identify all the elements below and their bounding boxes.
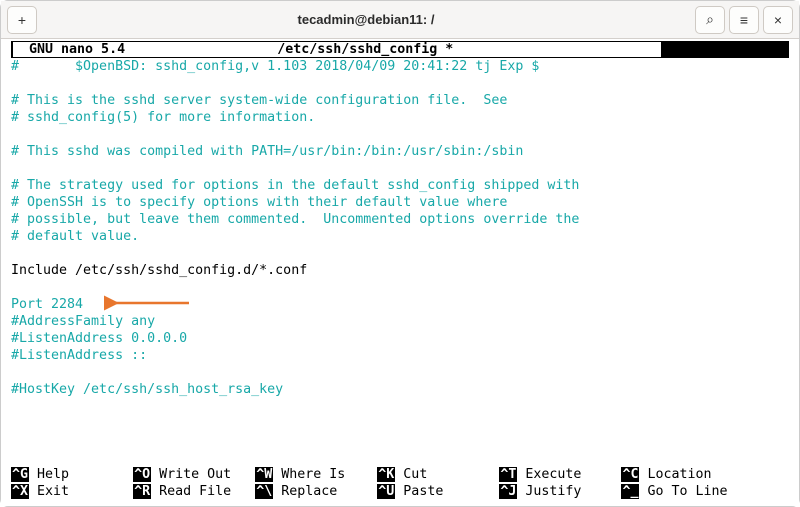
nano-app-label: GNU nano 5.4 (13, 42, 125, 57)
shortcut-label: Exit (29, 484, 133, 499)
search-button[interactable]: ⌕ (695, 6, 725, 34)
shortcut-key: ^T (499, 467, 517, 482)
editor-line[interactable]: # $OpenBSD: sshd_config,v 1.103 2018/04/… (11, 58, 789, 75)
editor-line[interactable]: #ListenAddress 0.0.0.0 (11, 330, 789, 347)
editor-line[interactable]: # The strategy used for options in the d… (11, 177, 789, 194)
shortcut-key: ^G (11, 467, 29, 482)
shortcut-key: ^X (11, 484, 29, 499)
new-tab-button[interactable]: + (7, 6, 37, 34)
shortcut-label: Justify (517, 484, 621, 499)
search-icon: ⌕ (706, 11, 714, 28)
shortcut-row: ^G Help ^O Write Out ^W Where Is ^K Cut … (11, 466, 789, 483)
nano-file-label: /etc/ssh/sshd_config * (277, 42, 453, 57)
shortcut-row: ^X Exit ^R Read File ^\ Replace ^U Paste… (11, 483, 789, 500)
shortcut-label: Read File (151, 484, 255, 499)
shortcut-label: Replace (273, 484, 377, 499)
editor-line[interactable]: # possible, but leave them commented. Un… (11, 211, 789, 228)
editor-line[interactable] (11, 364, 789, 381)
window-titlebar: + tecadmin@debian11: / ⌕ ≡ × (1, 1, 799, 39)
nano-header: GNU nano 5.4 /etc/ssh/sshd_config * (11, 41, 789, 58)
editor-line[interactable]: Port 2284 (11, 296, 789, 313)
editor-line[interactable] (11, 160, 789, 177)
shortcut-label: Where Is (273, 467, 377, 482)
close-button[interactable]: × (763, 6, 793, 34)
shortcut-label: Cut (395, 467, 499, 482)
editor-line[interactable]: #ListenAddress :: (11, 347, 789, 364)
close-icon: × (774, 12, 782, 28)
editor-line[interactable] (11, 245, 789, 262)
shortcut-label: Paste (395, 484, 499, 499)
shortcut-key: ^C (621, 467, 639, 482)
menu-button[interactable]: ≡ (729, 6, 759, 34)
hamburger-icon: ≡ (740, 12, 748, 28)
shortcut-key: ^\ (255, 484, 273, 499)
shortcut-label: Help (29, 467, 133, 482)
editor-line[interactable]: # OpenSSH is to specify options with the… (11, 194, 789, 211)
editor-line[interactable]: #HostKey /etc/ssh/ssh_host_rsa_key (11, 381, 789, 398)
shortcut-key: ^U (377, 484, 395, 499)
editor-line[interactable]: Include /etc/ssh/sshd_config.d/*.conf (11, 262, 789, 279)
editor-line[interactable] (11, 279, 789, 296)
editor-line[interactable] (11, 126, 789, 143)
shortcut-key: ^R (133, 484, 151, 499)
nano-shortcut-bar: ^G Help ^O Write Out ^W Where Is ^K Cut … (11, 466, 789, 500)
shortcut-label: Location (639, 467, 743, 482)
shortcut-label: Go To Line (639, 484, 743, 499)
shortcut-key: ^J (499, 484, 517, 499)
shortcut-key: ^O (133, 467, 151, 482)
window-title: tecadmin@debian11: / (41, 12, 691, 27)
shortcut-key: ^W (255, 467, 273, 482)
shortcut-label: Execute (517, 467, 621, 482)
terminal-area[interactable]: GNU nano 5.4 /etc/ssh/sshd_config * # $O… (1, 39, 799, 506)
editor-line[interactable]: #AddressFamily any (11, 313, 789, 330)
editor-content[interactable]: # $OpenBSD: sshd_config,v 1.103 2018/04/… (11, 58, 789, 398)
editor-line[interactable]: # sshd_config(5) for more information. (11, 109, 789, 126)
editor-line[interactable] (11, 75, 789, 92)
editor-line[interactable]: # This sshd was compiled with PATH=/usr/… (11, 143, 789, 160)
shortcut-label: Write Out (151, 467, 255, 482)
editor-line[interactable]: # default value. (11, 228, 789, 245)
shortcut-key: ^_ (621, 484, 639, 499)
editor-line[interactable]: # This is the sshd server system-wide co… (11, 92, 789, 109)
plus-icon: + (18, 12, 26, 28)
shortcut-key: ^K (377, 467, 395, 482)
